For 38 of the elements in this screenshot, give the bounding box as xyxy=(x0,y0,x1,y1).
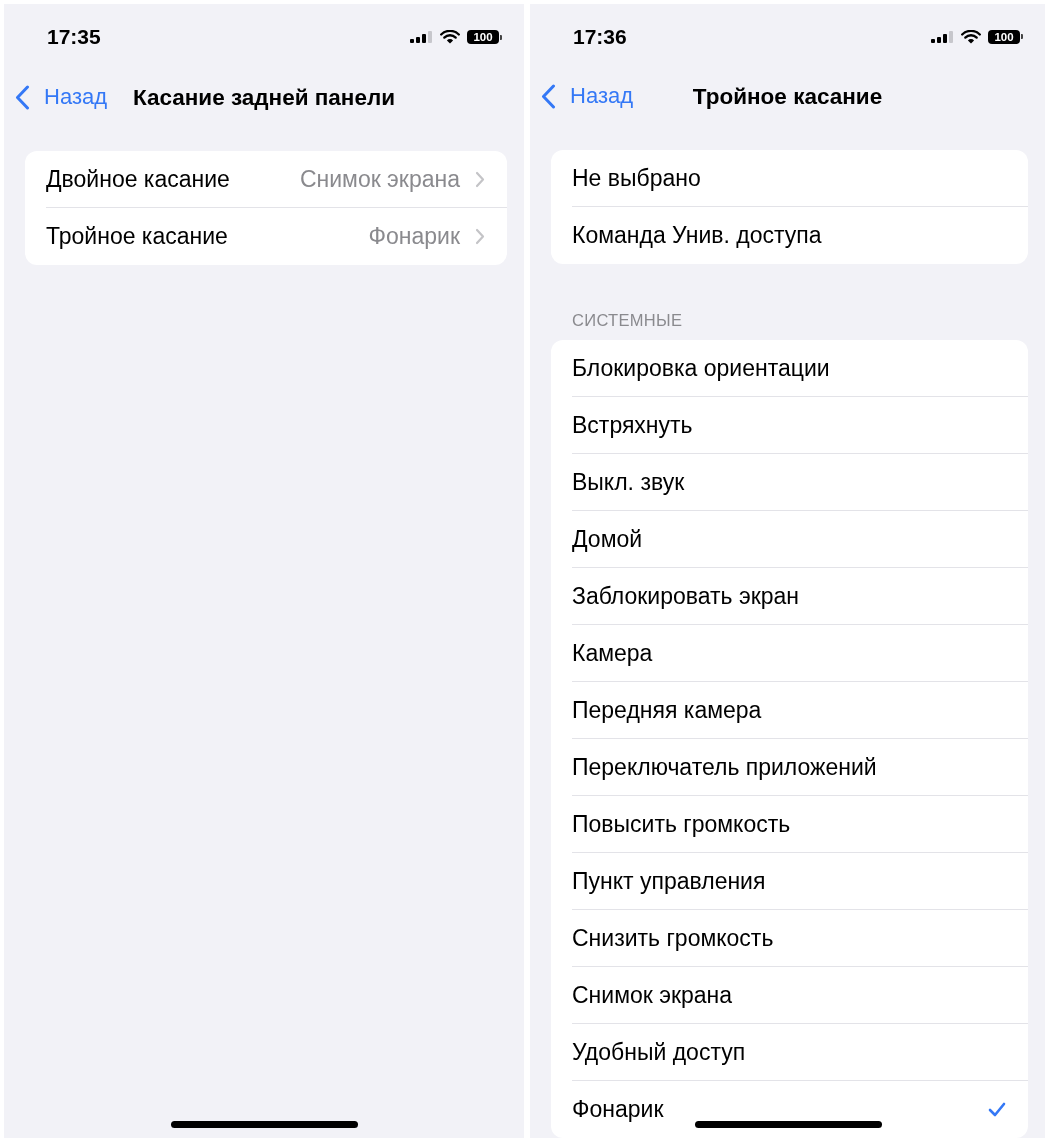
option-row[interactable]: Выкл. звук xyxy=(551,454,1028,511)
setting-value: Фонарик xyxy=(368,223,460,250)
nav-title: Тройное касание xyxy=(692,82,883,110)
option-row[interactable]: Не выбрано xyxy=(551,150,1028,207)
signal-icon xyxy=(931,30,954,43)
option-row[interactable]: Переключатель приложений xyxy=(551,739,1028,796)
chevron-right-icon xyxy=(475,171,485,188)
option-row[interactable]: Камера xyxy=(551,625,1028,682)
setting-row[interactable]: Двойное касание Снимок экрана xyxy=(25,151,507,208)
status-time: 17:36 xyxy=(573,24,627,49)
option-row[interactable]: Фонарик xyxy=(551,1081,1028,1138)
chevron-left-icon xyxy=(15,84,30,110)
wifi-icon xyxy=(440,30,460,44)
option-row[interactable]: Команда Унив. доступа xyxy=(551,207,1028,264)
chevron-left-icon xyxy=(541,83,556,109)
setting-value: Снимок экрана xyxy=(299,166,460,193)
back-button[interactable]: Назад xyxy=(541,83,634,110)
option-row[interactable]: Передняя камера xyxy=(551,682,1028,739)
option-row[interactable]: Снизить громкость xyxy=(551,910,1028,967)
status-time: 17:35 xyxy=(47,25,101,49)
back-button[interactable]: Назад xyxy=(15,84,108,110)
option-row[interactable]: Блокировка ориентации xyxy=(551,340,1028,397)
option-row[interactable]: Снимок экрана xyxy=(551,967,1028,1024)
wifi-icon xyxy=(961,29,981,44)
battery-indicator: 100 xyxy=(467,30,502,44)
checkmark-icon xyxy=(988,1102,1006,1117)
option-row[interactable]: Домой xyxy=(551,511,1028,568)
chevron-right-icon xyxy=(475,228,485,245)
option-row[interactable]: Встряхнуть xyxy=(551,397,1028,454)
option-row[interactable]: Повысить громкость xyxy=(551,796,1028,853)
nav-title: Касание задней панели xyxy=(132,83,396,111)
signal-icon xyxy=(410,31,433,43)
setting-row[interactable]: Тройное касание Фонарик xyxy=(25,208,507,265)
option-row[interactable]: Пункт управления xyxy=(551,853,1028,910)
option-row[interactable]: Удобный доступ xyxy=(551,1024,1028,1081)
option-row[interactable]: Заблокировать экран xyxy=(551,568,1028,625)
section-header: СИСТЕМНЫЕ xyxy=(572,311,684,329)
battery-indicator: 100 xyxy=(988,29,1023,44)
